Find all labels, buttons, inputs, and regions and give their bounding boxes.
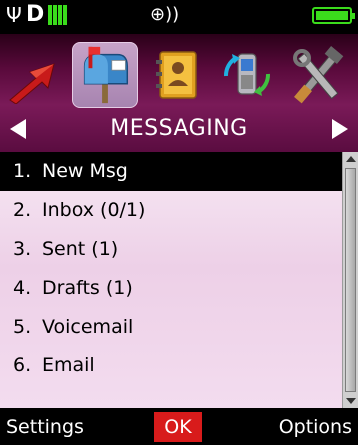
- menu-item-label: Inbox (0/1): [42, 199, 146, 222]
- menu-title: MESSAGING: [110, 116, 248, 141]
- signal-strength-icon: [48, 5, 68, 25]
- scrollbar-thumb[interactable]: [345, 168, 356, 392]
- contacts-book-icon[interactable]: [148, 46, 206, 104]
- battery-level-fill: [316, 11, 348, 20]
- menu-item-voicemail[interactable]: 5. Voicemail: [0, 307, 342, 346]
- menu-item-number: 3.: [13, 237, 32, 260]
- menu-item-number: 6.: [13, 354, 32, 377]
- menu-item-label: Email: [42, 354, 95, 377]
- menu-item-number: 2.: [13, 199, 32, 222]
- tools-icon[interactable]: [290, 46, 348, 104]
- menu-item-number: 1.: [13, 160, 32, 183]
- scroll-down-arrow-icon[interactable]: [346, 398, 356, 404]
- signal-bar: [53, 5, 57, 25]
- menu-item-email[interactable]: 6. Email: [0, 346, 342, 385]
- menu-title-bar: MESSAGING: [0, 112, 358, 148]
- alert-mode-icon: ⊕)): [150, 4, 180, 25]
- menu-item-new-msg[interactable]: 1. New Msg: [0, 152, 342, 191]
- options-softkey[interactable]: Options: [279, 414, 352, 440]
- menu-item-label: Sent (1): [42, 237, 119, 260]
- menu-header: MESSAGING: [0, 34, 358, 152]
- menu-item-number: 4.: [13, 276, 32, 299]
- scroll-up-arrow-icon[interactable]: [346, 156, 356, 162]
- menu-item-label: New Msg: [42, 160, 128, 183]
- softkey-bar: Settings OK Options: [0, 408, 358, 445]
- antenna-icon: Ψ: [6, 3, 22, 27]
- battery-icon: [312, 7, 355, 24]
- menu-scrollbar[interactable]: [342, 152, 358, 408]
- menu-item-inbox[interactable]: 2. Inbox (0/1): [0, 191, 342, 230]
- signal-bar: [63, 5, 67, 25]
- messaging-menu-list: 1. New Msg 2. Inbox (0/1) 3. Sent (1) 4.…: [0, 152, 342, 408]
- signal-bar: [48, 5, 52, 25]
- menu-item-drafts[interactable]: 4. Drafts (1): [0, 268, 342, 307]
- network-indicator: D: [26, 2, 45, 27]
- ok-softkey[interactable]: OK: [154, 412, 202, 442]
- phone-sync-icon[interactable]: [218, 46, 276, 104]
- settings-softkey[interactable]: Settings: [6, 414, 84, 440]
- menu-item-label: Voicemail: [42, 315, 134, 338]
- app-icon-carousel: [0, 42, 358, 108]
- menu-item-number: 5.: [13, 315, 32, 338]
- menu-item-sent[interactable]: 3. Sent (1): [0, 230, 342, 269]
- mailbox-icon[interactable]: [72, 42, 138, 108]
- menu-item-label: Drafts (1): [42, 276, 133, 299]
- signal-bar: [58, 5, 62, 25]
- previous-menu-arrow[interactable]: [10, 119, 26, 139]
- status-bar: Ψ D ⊕)): [0, 0, 358, 34]
- next-menu-arrow[interactable]: [332, 119, 348, 139]
- send-arrow-icon[interactable]: [6, 46, 64, 105]
